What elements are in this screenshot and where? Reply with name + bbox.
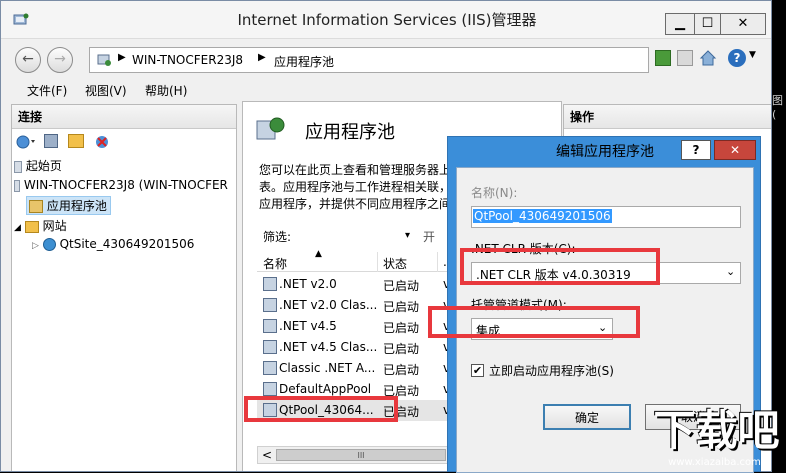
start-page-icon [14, 160, 22, 173]
menu-help[interactable]: 帮助(H) [145, 82, 187, 99]
forward-button[interactable]: → [47, 47, 73, 73]
tree-sites[interactable]: ◢ 网站 [14, 217, 67, 234]
tree-label: WIN-TNOCFER23J8 (WIN-TNOCFER [23, 178, 228, 192]
column-divider [437, 252, 438, 272]
expand-icon[interactable]: ◢ [14, 223, 21, 233]
home-icon[interactable] [699, 49, 717, 70]
collapse-icon[interactable]: ▷ [32, 241, 39, 251]
folder-icon[interactable] [68, 134, 84, 148]
tree-site-qtsite[interactable]: ▷ QtSite_430649201506 [32, 237, 194, 251]
tree-start-page[interactable]: 起始页 [14, 157, 62, 174]
row-status: 已启动 [383, 300, 420, 314]
tree-app-pools[interactable]: 应用程序池 [26, 196, 111, 215]
title-bar: Internet Information Services (IIS)管理器 ▁… [1, 1, 771, 39]
column-divider [377, 252, 378, 272]
row-name: .NET v4.5 [279, 319, 337, 333]
actions-header: 操作 [564, 105, 771, 129]
highlight-pipeline-mode [428, 306, 640, 338]
help-dropdown-icon[interactable]: ▼ [749, 50, 756, 60]
autostart-label: 立即启动应用程序池(S) [489, 364, 614, 378]
app-pool-icon [29, 200, 43, 213]
help-icon[interactable]: ? [728, 49, 746, 67]
tree-server[interactable]: WIN-TNOCFER23J8 (WIN-TNOCFER [14, 178, 236, 192]
description-line: 表。应用程序池与工作进程相关联， [259, 180, 452, 194]
maximize-button[interactable]: ☐ [694, 13, 721, 35]
tree-label: QtSite_430649201506 [59, 237, 195, 251]
stop-icon[interactable] [677, 50, 693, 66]
disconnect-icon[interactable] [94, 134, 110, 153]
back-button[interactable]: ← [15, 47, 41, 73]
app-pool-row-icon [263, 340, 277, 354]
column-status[interactable]: 状态 [383, 255, 407, 272]
row-name: Classic .NET A... [279, 361, 376, 375]
connections-pane: 连接 起始页 WIN-TNOCFER23J8 (WIN-TNOCFER 应用程序… [11, 104, 237, 471]
description-line: 应用程序，并提供不同应用程序之间 [259, 197, 452, 211]
globe-icon [42, 238, 56, 251]
refresh-icon[interactable] [655, 50, 671, 66]
watermark: 下载吧 www.xiazaiba.com [643, 405, 786, 472]
app-pools-header-icon [255, 116, 285, 147]
autostart-checkbox[interactable]: ✔ [471, 364, 484, 377]
connections-header: 连接 [12, 105, 236, 129]
breadcrumb-separator-icon: ▶ [118, 52, 126, 63]
menu-bar: 文件(F) 视图(V) 帮助(H) [1, 79, 771, 101]
row-status: 已启动 [383, 279, 420, 293]
tree-label: 应用程序池 [46, 199, 107, 213]
menu-view[interactable]: 视图(V) [85, 82, 127, 99]
page-title: 应用程序池 [305, 122, 395, 143]
app-pool-row-icon [263, 277, 277, 291]
close-button[interactable]: ✕ [720, 13, 766, 35]
page-description: 您可以在此页上查看和管理服务器上 表。应用程序池与工作进程相关联， 应用程序，并… [259, 162, 451, 213]
background-window-text: 图( [772, 94, 783, 121]
tree-label: 网站 [42, 219, 67, 233]
app-pool-row-icon [263, 319, 277, 333]
scrollbar-thumb[interactable]: III [276, 449, 446, 461]
app-pool-row-icon [263, 382, 277, 396]
filter-label: 筛选: [263, 230, 292, 244]
navigation-bar: ← → ▶ WIN-TNOCFER23J8 ▶ 应用程序池 ? ▼ [1, 41, 771, 77]
dialog-help-button[interactable]: ? [681, 140, 711, 160]
breadcrumb-server[interactable]: WIN-TNOCFER23J8 [132, 53, 243, 67]
connect-icon[interactable] [16, 134, 38, 153]
window-title: Internet Information Services (IIS)管理器 [237, 11, 537, 29]
row-name: .NET v2.0 Clas... [279, 298, 378, 312]
minimize-button[interactable]: ▁ [665, 13, 695, 35]
address-bar[interactable]: ▶ WIN-TNOCFER23J8 ▶ 应用程序池 [89, 47, 649, 73]
row-name: DefaultAppPool [279, 382, 372, 396]
highlight-selected-row [244, 396, 398, 422]
watermark-url: www.xiazaiba.com [668, 457, 761, 468]
server-node-icon [14, 179, 20, 192]
row-status: 已启动 [383, 363, 420, 377]
sort-ascending-icon: ▲ [315, 249, 322, 259]
filter-dropdown-icon[interactable]: ▾ [405, 230, 410, 241]
save-icon[interactable] [44, 134, 58, 148]
column-name[interactable]: 名称 [263, 255, 287, 272]
name-field-value: QtPool_430649201506 [473, 209, 612, 223]
highlight-clr-version [460, 248, 660, 285]
description-line: 您可以在此页上查看和管理服务器上 [259, 163, 452, 177]
breadcrumb-separator-icon: ▶ [258, 52, 266, 63]
ok-button[interactable]: 确定 [543, 404, 631, 430]
server-icon [96, 52, 112, 71]
dialog-close-button[interactable]: ✕ [714, 140, 756, 160]
menu-file[interactable]: 文件(F) [27, 82, 67, 99]
breadcrumb-page[interactable]: 应用程序池 [274, 53, 334, 70]
row-status: 已启动 [383, 321, 420, 335]
row-name: .NET v4.5 Clas... [279, 340, 378, 354]
row-status: 已启动 [383, 342, 420, 356]
app-pool-row-icon [263, 298, 277, 312]
sites-folder-icon [24, 220, 39, 233]
filter-go-button[interactable]: 开 [423, 228, 435, 245]
app-pool-row-icon [263, 361, 277, 375]
row-name: .NET v2.0 [279, 277, 337, 291]
watermark-logo: 下载吧 [653, 406, 780, 455]
name-label: 名称(N): [471, 186, 518, 200]
scroll-left-icon[interactable]: < [262, 448, 272, 462]
tree-label: 起始页 [25, 159, 62, 173]
connections-toolbar [16, 133, 136, 151]
chevron-down-icon: ⌄ [726, 265, 736, 278]
name-field[interactable]: QtPool_430649201506 [471, 206, 741, 228]
